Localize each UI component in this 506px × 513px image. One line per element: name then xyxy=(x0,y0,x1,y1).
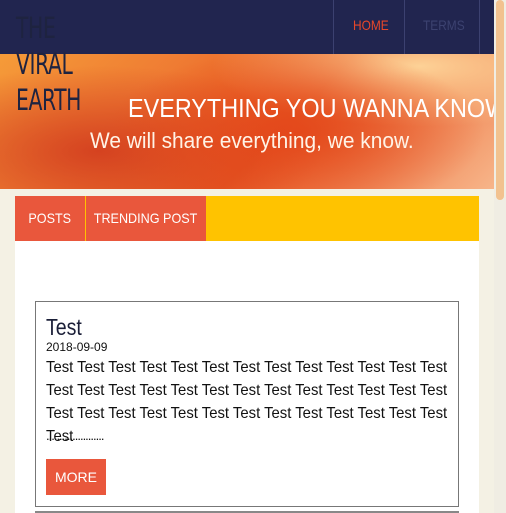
more-button[interactable]: MORE xyxy=(46,459,106,495)
hero-banner: HOME TERMS THE VIRAL EARTH EVERYTHING YO… xyxy=(0,0,494,189)
site-logo[interactable]: THE VIRAL EARTH xyxy=(16,10,86,118)
nav-divider xyxy=(404,0,405,54)
scrollbar-thumb[interactable] xyxy=(496,0,504,200)
scrollbar-track[interactable] xyxy=(494,0,506,513)
tab-posts-label: POSTS xyxy=(28,210,72,226)
post-tabs: POSTS TRENDING POST xyxy=(15,196,479,241)
nav-divider xyxy=(333,0,334,54)
tab-trending-label: TRENDING POST xyxy=(94,210,198,226)
nav-home-link[interactable]: HOME xyxy=(353,17,389,33)
post-excerpt: Test Test Test Test Test Test Test Test … xyxy=(46,359,448,445)
post-card: Test 2018-09-09 Test Test Test Test Test… xyxy=(35,301,459,507)
nav-divider xyxy=(479,0,480,54)
post-ellipsis: ...................... xyxy=(46,428,104,443)
post-title[interactable]: Test xyxy=(46,314,82,341)
hero-subtagline: We will share everything, we know. xyxy=(90,128,414,153)
post-date: 2018-09-09 xyxy=(46,340,108,354)
hero-tagline: EVERYTHING YOU WANNA KNOW xyxy=(128,93,494,123)
tab-posts[interactable]: POSTS xyxy=(15,196,85,241)
nav-terms-link[interactable]: TERMS xyxy=(423,17,465,33)
tab-trending-post[interactable]: TRENDING POST xyxy=(86,196,206,241)
